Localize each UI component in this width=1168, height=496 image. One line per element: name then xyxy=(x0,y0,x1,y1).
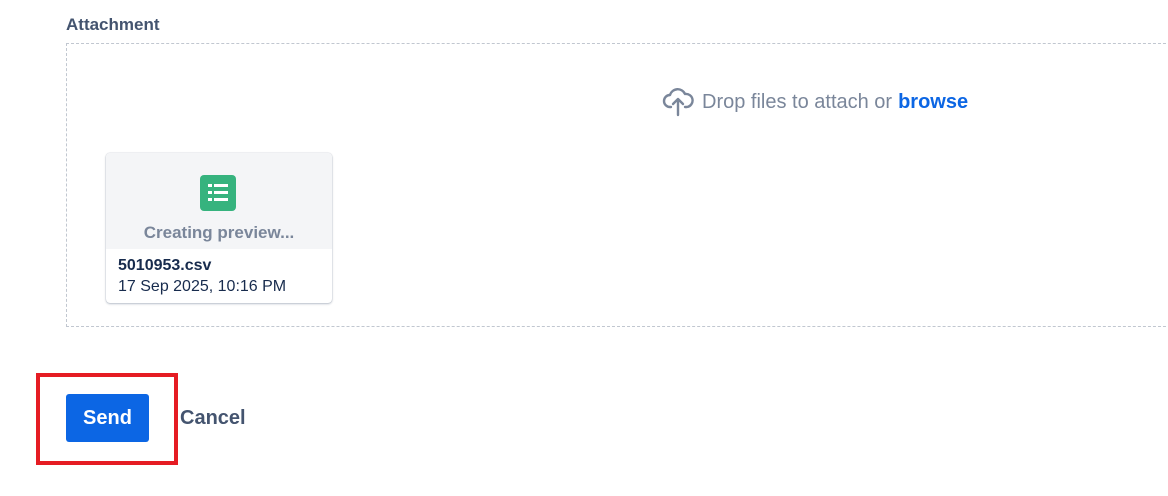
file-name: 5010953.csv xyxy=(118,257,212,274)
attachment-form: Attachment Drop files to attach or brows… xyxy=(0,0,1168,496)
drop-hint: Drop files to attach or browse xyxy=(662,87,968,117)
file-preview: Creating preview... xyxy=(106,153,332,249)
attachment-label: Attachment xyxy=(66,15,160,34)
send-button[interactable]: Send xyxy=(66,394,149,442)
file-date: 17 Sep 2025, 10:16 PM xyxy=(118,278,287,295)
browse-link[interactable]: browse xyxy=(898,91,968,114)
cancel-button[interactable]: Cancel xyxy=(170,394,256,442)
cloud-upload-icon xyxy=(662,87,694,117)
file-dropzone[interactable]: Drop files to attach or browse Creating … xyxy=(66,43,1168,327)
preview-status: Creating preview... xyxy=(143,223,295,242)
spreadsheet-icon xyxy=(200,175,236,211)
drop-hint-text: Drop files to attach or xyxy=(702,90,893,113)
file-card[interactable]: Creating preview... 5010953.csv 17 Sep 2… xyxy=(106,153,332,303)
